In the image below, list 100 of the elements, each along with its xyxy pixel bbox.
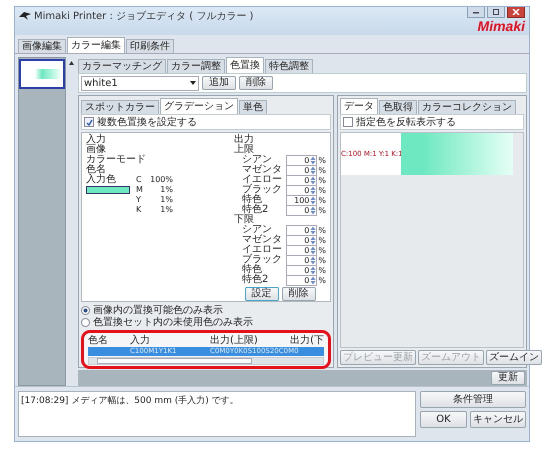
percent-spinner[interactable]: 0	[286, 204, 318, 216]
dialog-button[interactable]: OK	[420, 411, 467, 428]
dialog-button[interactable]: キャンセル	[470, 411, 526, 428]
ink-label: 特色	[242, 195, 262, 205]
set-button[interactable]: 削除	[239, 76, 273, 90]
channel-value: 1%	[159, 205, 173, 215]
field-label: 画像	[86, 145, 107, 155]
spin-arrows-icon[interactable]	[310, 156, 316, 164]
percent-spinner[interactable]: 100	[286, 194, 318, 206]
tab[interactable]: 特色調整	[265, 59, 313, 73]
section-heading: 出力	[234, 135, 255, 145]
tab[interactable]: データ	[340, 98, 378, 114]
channel-value: 1%	[159, 185, 173, 195]
unit-label: %	[318, 266, 326, 274]
checkbox-label: 指定色を反転表示する	[356, 116, 456, 129]
tab[interactable]: カラーマッチング	[78, 59, 166, 73]
ink-label: 特色	[242, 265, 262, 275]
condition-button[interactable]: 条件管理	[420, 391, 526, 408]
tab[interactable]: カラー編集	[67, 37, 125, 53]
color-swatch	[86, 186, 130, 194]
maximize-button[interactable]	[487, 7, 505, 18]
channel-value: 1%	[159, 195, 173, 205]
close-icon	[512, 9, 520, 15]
section-heading: 入力	[86, 135, 107, 145]
spin-arrows-icon[interactable]	[310, 176, 316, 184]
column-header: 色名	[88, 334, 109, 347]
set-button[interactable]: 追加	[202, 76, 236, 90]
spin-arrows-icon[interactable]	[310, 246, 316, 254]
edit-button[interactable]: 設定	[244, 287, 278, 301]
channel-label: Y	[136, 195, 142, 205]
unit-label: %	[318, 156, 326, 164]
horizontal-scrollbar[interactable]	[88, 357, 324, 365]
spin-arrows-icon[interactable]	[310, 186, 316, 194]
spin-arrows-icon[interactable]	[310, 256, 316, 264]
job-thumbnail[interactable]	[19, 59, 65, 89]
column-header: 出力(上限)	[210, 334, 259, 347]
channel-value: 100%	[149, 175, 173, 185]
radio-label: 色置換セット内の未使用色のみ表示	[93, 316, 253, 329]
channel-label: C	[136, 175, 143, 185]
percent-spinner[interactable]: 0	[286, 254, 318, 266]
ink-label: 特色2	[242, 275, 270, 285]
percent-spinner[interactable]: 0	[286, 274, 318, 286]
unit-label: %	[318, 256, 326, 264]
tab[interactable]: 色取得	[379, 100, 417, 114]
percent-spinner[interactable]: 0	[286, 154, 318, 166]
percent-spinner[interactable]: 0	[286, 164, 318, 176]
checkbox[interactable]	[343, 117, 353, 127]
ink-label: ブラック	[242, 255, 283, 265]
set-dropdown[interactable]: white1	[81, 76, 199, 90]
update-button[interactable]: 更新	[491, 371, 525, 385]
channel-label: K	[136, 205, 142, 215]
tab[interactable]: カラー調整	[167, 59, 225, 73]
unit-label: %	[318, 186, 326, 194]
scroll-up-icon[interactable]	[68, 61, 74, 65]
percent-spinner[interactable]: 0	[286, 184, 318, 196]
percent-spinner[interactable]: 0	[286, 244, 318, 256]
ink-label: マゼンタ	[242, 235, 283, 245]
tab[interactable]: 印刷条件	[126, 39, 174, 53]
percent-spinner[interactable]: 0	[286, 224, 318, 236]
ink-label: 特色2	[242, 205, 270, 215]
radio-label: 画像内の置換可能色のみ表示	[93, 304, 223, 316]
checkbox[interactable]	[84, 117, 94, 127]
unit-label: %	[318, 246, 326, 254]
spin-arrows-icon[interactable]	[310, 196, 316, 204]
radio-button[interactable]	[81, 306, 90, 314]
tab[interactable]: 色置換	[226, 57, 264, 73]
unit-label: %	[318, 276, 326, 284]
percent-spinner[interactable]: 0	[286, 264, 318, 276]
minimize-button[interactable]	[467, 7, 485, 18]
dropdown-arrow-icon	[190, 81, 196, 85]
percent-spinner[interactable]: 0	[286, 234, 318, 246]
unit-label: %	[318, 226, 326, 234]
close-button[interactable]	[507, 7, 525, 18]
unit-label: %	[318, 236, 326, 244]
ink-label: シアン	[242, 225, 273, 235]
group-heading: 下限	[234, 215, 255, 225]
ink-label: イエロー	[242, 175, 283, 185]
percent-spinner[interactable]: 0	[286, 174, 318, 186]
spin-arrows-icon[interactable]	[310, 226, 316, 234]
edit-button[interactable]: 削除	[282, 287, 316, 301]
tab[interactable]: カラーコレクション	[418, 100, 516, 114]
tab[interactable]: グラデーション	[160, 98, 238, 114]
log-message: [17:08:29] メディア幅は、500 mm (手入力) です。	[21, 396, 239, 406]
tab[interactable]: 画像編集	[18, 39, 66, 53]
field-label: 色名	[86, 165, 106, 175]
spin-arrows-icon[interactable]	[310, 266, 316, 274]
spin-arrows-icon[interactable]	[310, 206, 316, 214]
maximize-icon	[492, 9, 500, 15]
tab[interactable]: 単色	[239, 100, 267, 114]
unit-label: %	[318, 206, 326, 214]
spin-arrows-icon[interactable]	[310, 236, 316, 244]
minimize-icon	[472, 9, 480, 15]
radio-button[interactable]	[81, 318, 90, 326]
ink-label: ブラック	[242, 185, 283, 195]
spin-arrows-icon[interactable]	[310, 276, 316, 284]
field-label: カラーモード	[86, 155, 147, 165]
tab[interactable]: スポットカラー	[81, 100, 159, 114]
group-heading: 上限	[234, 145, 255, 155]
spin-arrows-icon[interactable]	[310, 166, 316, 174]
preview-button[interactable]: ズームイン	[486, 350, 542, 365]
